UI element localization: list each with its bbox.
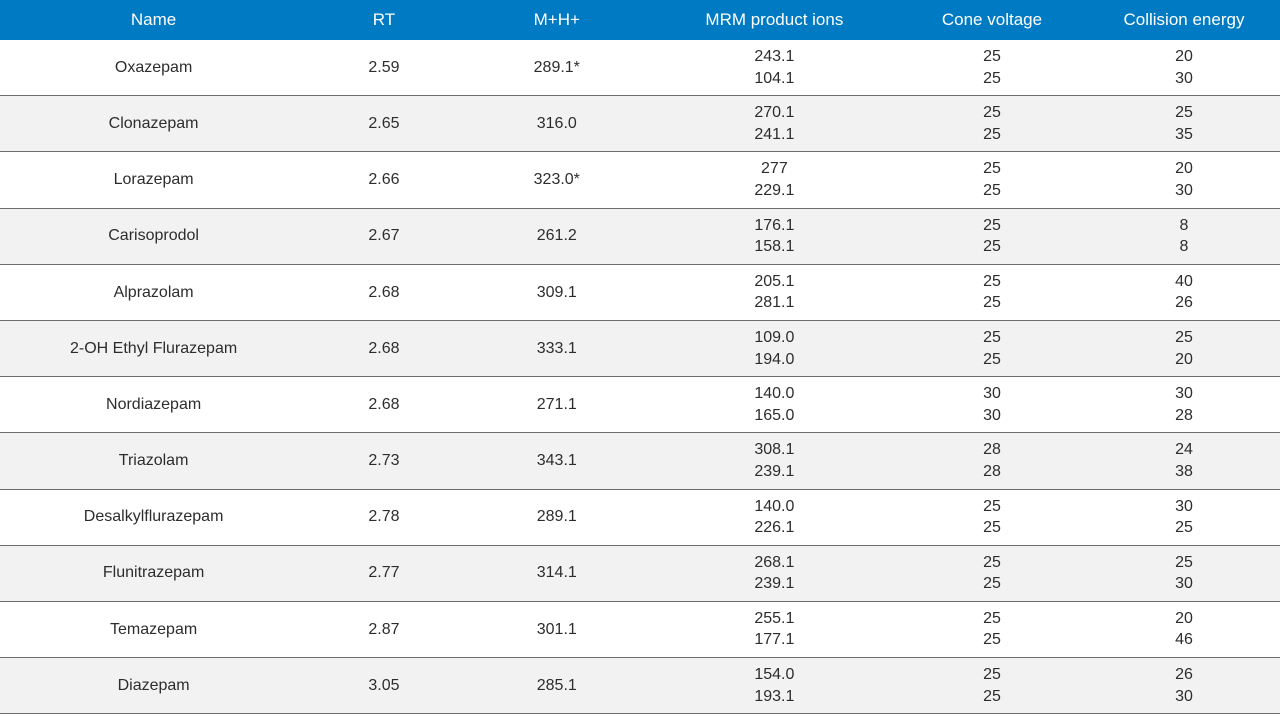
cell-cone: 25 25 [896,545,1088,601]
cell-mh: 333.1 [461,320,653,376]
cell-rt: 2.67 [307,208,461,264]
cell-cone: 25 25 [896,658,1088,714]
cell-name: 2-OH Ethyl Flurazepam [0,320,307,376]
header-row: Name RT M+H+ MRM product ions Cone volta… [0,0,1280,40]
cell-mrm: 255.1 177.1 [653,601,896,657]
cell-mh: 301.1 [461,601,653,657]
cell-ce: 8 8 [1088,208,1280,264]
cell-mh: 343.1 [461,433,653,489]
cell-rt: 2.59 [307,40,461,96]
cell-name: Desalkylflurazepam [0,489,307,545]
cell-mrm: 308.1 239.1 [653,433,896,489]
cell-mh: 285.1 [461,658,653,714]
cell-rt: 2.68 [307,264,461,320]
cell-cone: 25 25 [896,601,1088,657]
cell-mh: 316.0 [461,96,653,152]
cell-cone: 28 28 [896,433,1088,489]
cell-ce: 30 28 [1088,377,1280,433]
cell-name: Nordiazepam [0,377,307,433]
cell-ce: 30 25 [1088,489,1280,545]
cell-rt: 2.77 [307,545,461,601]
cell-ce: 25 20 [1088,320,1280,376]
cell-name: Alprazolam [0,264,307,320]
cell-mrm: 277 229.1 [653,152,896,208]
cell-mh: 271.1 [461,377,653,433]
cell-ce: 20 30 [1088,40,1280,96]
cell-mh: 314.1 [461,545,653,601]
cell-rt: 2.78 [307,489,461,545]
cell-ce: 25 35 [1088,96,1280,152]
table-row: Desalkylflurazepam2.78289.1140.0 226.125… [0,489,1280,545]
cell-rt: 2.66 [307,152,461,208]
cell-cone: 30 30 [896,377,1088,433]
cell-mh: 323.0* [461,152,653,208]
cell-ce: 20 30 [1088,152,1280,208]
cell-rt: 2.68 [307,320,461,376]
cell-ce: 25 30 [1088,545,1280,601]
cell-rt: 2.68 [307,377,461,433]
cell-mrm: 154.0 193.1 [653,658,896,714]
cell-mrm: 140.0 165.0 [653,377,896,433]
table-row: Flunitrazepam2.77314.1268.1 239.125 2525… [0,545,1280,601]
mrm-parameters-table: Name RT M+H+ MRM product ions Cone volta… [0,0,1280,714]
cell-rt: 2.65 [307,96,461,152]
cell-cone: 25 25 [896,152,1088,208]
table-row: Carisoprodol2.67261.2176.1 158.125 258 8 [0,208,1280,264]
table-row: Alprazolam2.68309.1205.1 281.125 2540 26 [0,264,1280,320]
table-row: 2-OH Ethyl Flurazepam2.68333.1109.0 194.… [0,320,1280,376]
cell-mrm: 268.1 239.1 [653,545,896,601]
cell-mrm: 205.1 281.1 [653,264,896,320]
cell-cone: 25 25 [896,320,1088,376]
cell-ce: 26 30 [1088,658,1280,714]
table-row: Clonazepam2.65316.0270.1 241.125 2525 35 [0,96,1280,152]
cell-mh: 289.1* [461,40,653,96]
cell-mrm: 270.1 241.1 [653,96,896,152]
cell-ce: 24 38 [1088,433,1280,489]
table-row: Diazepam3.05285.1154.0 193.125 2526 30 [0,658,1280,714]
cell-mrm: 109.0 194.0 [653,320,896,376]
cell-mrm: 243.1 104.1 [653,40,896,96]
header-rt: RT [307,0,461,40]
cell-name: Lorazepam [0,152,307,208]
cell-cone: 25 25 [896,264,1088,320]
cell-ce: 20 46 [1088,601,1280,657]
cell-cone: 25 25 [896,40,1088,96]
header-ce: Collision energy [1088,0,1280,40]
header-cone: Cone voltage [896,0,1088,40]
header-name: Name [0,0,307,40]
cell-mh: 289.1 [461,489,653,545]
cell-mrm: 140.0 226.1 [653,489,896,545]
cell-ce: 40 26 [1088,264,1280,320]
table-row: Oxazepam2.59289.1*243.1 104.125 2520 30 [0,40,1280,96]
cell-cone: 25 25 [896,489,1088,545]
cell-rt: 2.87 [307,601,461,657]
cell-rt: 3.05 [307,658,461,714]
header-mrm: MRM product ions [653,0,896,40]
table-row: Temazepam2.87301.1255.1 177.125 2520 46 [0,601,1280,657]
cell-name: Carisoprodol [0,208,307,264]
cell-name: Clonazepam [0,96,307,152]
cell-mrm: 176.1 158.1 [653,208,896,264]
cell-mh: 261.2 [461,208,653,264]
table-row: Nordiazepam2.68271.1140.0 165.030 3030 2… [0,377,1280,433]
cell-rt: 2.73 [307,433,461,489]
cell-name: Temazepam [0,601,307,657]
cell-name: Flunitrazepam [0,545,307,601]
cell-name: Oxazepam [0,40,307,96]
table-row: Triazolam2.73343.1308.1 239.128 2824 38 [0,433,1280,489]
cell-cone: 25 25 [896,96,1088,152]
header-mh: M+H+ [461,0,653,40]
cell-mh: 309.1 [461,264,653,320]
cell-name: Triazolam [0,433,307,489]
cell-cone: 25 25 [896,208,1088,264]
cell-name: Diazepam [0,658,307,714]
table-row: Lorazepam2.66323.0*277 229.125 2520 30 [0,152,1280,208]
